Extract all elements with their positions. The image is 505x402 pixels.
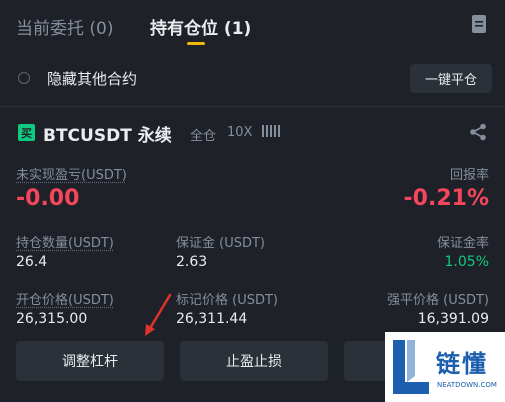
position-header: 买 BTCUSDT 永续 全仓 10X — [0, 110, 505, 154]
position-size-value: 26.4 — [16, 254, 48, 270]
liquidation-price-value: 16,391.09 — [417, 311, 489, 327]
position-size-label: 持仓数量(USDT) — [16, 236, 114, 251]
leverage-value: 10X — [227, 125, 253, 140]
margin-ratio-label: 保证金率 — [436, 236, 489, 251]
watermark-name: 链懂 — [436, 350, 488, 378]
long-side-badge: 买 — [18, 124, 35, 141]
annotation-arrow-icon — [145, 293, 172, 336]
share-icon[interactable] — [469, 123, 487, 141]
long-side-label: 买 — [21, 127, 32, 140]
liquidation-price-label: 强平价格 (USDT) — [387, 293, 489, 308]
unrealized-pnl-value: -0.00 — [16, 186, 80, 211]
take-profit-stop-loss-button[interactable]: 止盈止损 — [180, 341, 328, 381]
close-all-positions-button[interactable]: 一键平仓 — [410, 64, 492, 93]
adjust-leverage-button[interactable]: 调整杠杆 — [16, 341, 164, 381]
contract-symbol[interactable]: BTCUSDT 永续 — [43, 121, 172, 146]
position-tabs: 当前委托 (0) 持有仓位 (1) — [0, 0, 505, 52]
entry-price-value: 26,315.00 — [16, 311, 88, 327]
hide-other-contracts-label[interactable]: 隐藏其他合约 — [47, 68, 137, 89]
margin-mode: 全仓 — [190, 129, 217, 144]
depth-bars-icon — [262, 125, 280, 137]
divider — [0, 106, 505, 107]
tab-positions[interactable]: 持有仓位 (1) — [150, 14, 251, 39]
watermark-logo: 链懂 NEATDOWN.COM — [385, 332, 505, 402]
mark-price-label: 标记价格 (USDT) — [176, 293, 278, 308]
logo-l-icon — [393, 340, 429, 394]
watermark-site: NEATDOWN.COM — [437, 381, 497, 389]
roe-value: -0.21% — [403, 186, 489, 211]
margin-value: 2.63 — [176, 254, 208, 270]
entry-price-label: 开仓价格(USDT) — [16, 293, 114, 308]
margin-ratio-value: 1.05% — [444, 254, 489, 270]
hide-other-contracts-radio[interactable] — [18, 72, 30, 84]
margin-label: 保证金 (USDT) — [176, 236, 265, 251]
roe-label: 回报率 — [449, 168, 489, 183]
document-icon[interactable] — [471, 14, 487, 34]
mark-price-value: 26,311.44 — [176, 311, 248, 327]
active-tab-indicator — [187, 42, 205, 45]
tab-open-orders[interactable]: 当前委托 (0) — [16, 14, 113, 39]
unrealized-pnl-label: 未实现盈亏(USDT) — [16, 168, 127, 183]
filter-row: 隐藏其他合约 一键平仓 — [0, 52, 505, 104]
